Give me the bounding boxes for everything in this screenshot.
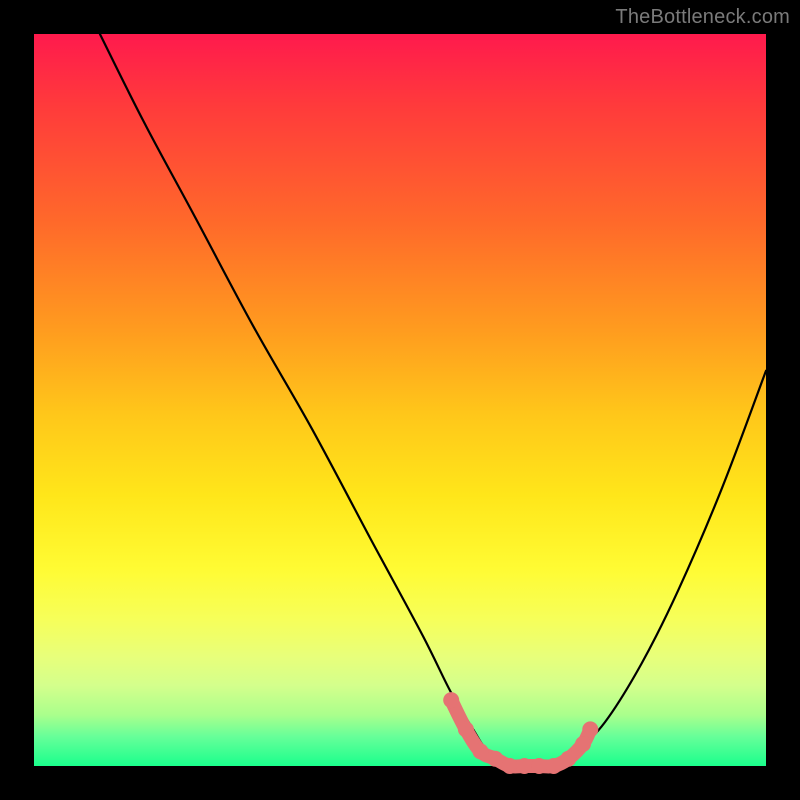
optimal-zone-dot <box>443 692 459 708</box>
optimal-zone-dots <box>443 692 598 774</box>
plot-area <box>34 34 766 766</box>
optimal-zone-dot <box>560 751 576 767</box>
curve-layer <box>34 34 766 766</box>
bottleneck-curve <box>100 34 766 767</box>
optimal-zone-dot <box>575 736 591 752</box>
optimal-zone-dot <box>487 751 503 767</box>
optimal-zone-dot <box>458 721 474 737</box>
optimal-zone-dot <box>546 758 562 774</box>
optimal-zone-dot <box>473 743 489 759</box>
optimal-zone-dot <box>582 721 598 737</box>
optimal-zone-dot <box>531 758 547 774</box>
watermark-text: TheBottleneck.com <box>615 6 790 29</box>
optimal-zone-dot <box>502 758 518 774</box>
chart-frame: TheBottleneck.com <box>0 0 800 800</box>
optimal-zone-dot <box>516 758 532 774</box>
